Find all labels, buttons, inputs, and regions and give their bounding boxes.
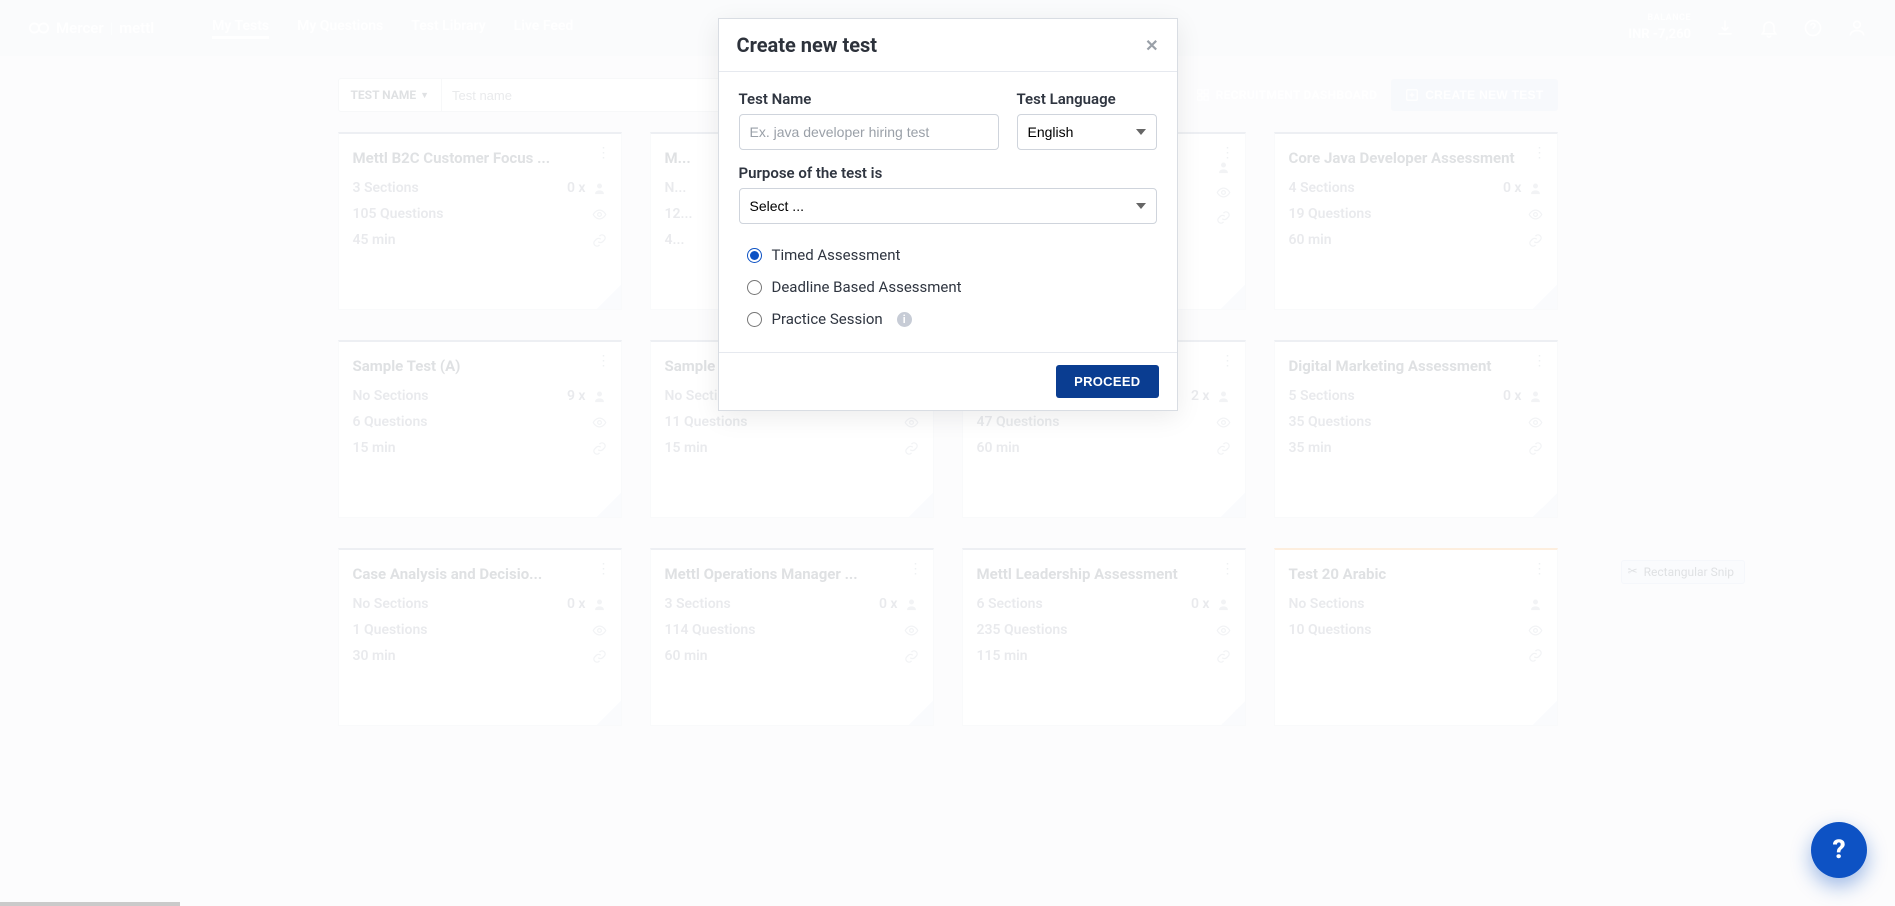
test-language-select[interactable]: English (1017, 114, 1157, 150)
purpose-select[interactable]: Select ... (739, 188, 1157, 224)
radio-deadline-input[interactable] (747, 280, 762, 295)
close-icon[interactable]: ✕ (1145, 36, 1158, 55)
info-icon[interactable]: i (897, 312, 912, 327)
test-name-input[interactable] (739, 114, 999, 150)
test-name-label: Test Name (739, 90, 999, 108)
modal-header: Create new test ✕ (719, 19, 1177, 72)
radio-practice-label: Practice Session (772, 310, 883, 328)
purpose-label: Purpose of the test is (739, 164, 1157, 182)
radio-practice[interactable]: Practice Session i (747, 310, 1153, 328)
radio-practice-input[interactable] (747, 312, 762, 327)
radio-timed[interactable]: Timed Assessment (747, 246, 1153, 264)
help-fab[interactable]: ? (1811, 822, 1867, 878)
modal-body: Test Name Test Language English Purpose … (719, 72, 1177, 352)
radio-timed-input[interactable] (747, 248, 762, 263)
modal-footer: PROCEED (719, 352, 1177, 410)
radio-timed-label: Timed Assessment (772, 246, 901, 264)
modal-overlay: Create new test ✕ Test Name Test Languag… (0, 0, 1895, 906)
proceed-button[interactable]: PROCEED (1056, 365, 1158, 398)
assessment-type-group: Timed Assessment Deadline Based Assessme… (743, 246, 1153, 328)
radio-deadline[interactable]: Deadline Based Assessment (747, 278, 1153, 296)
radio-deadline-label: Deadline Based Assessment (772, 278, 962, 296)
modal-title: Create new test (737, 33, 878, 57)
create-test-modal: Create new test ✕ Test Name Test Languag… (718, 18, 1178, 411)
test-language-label: Test Language (1017, 90, 1157, 108)
